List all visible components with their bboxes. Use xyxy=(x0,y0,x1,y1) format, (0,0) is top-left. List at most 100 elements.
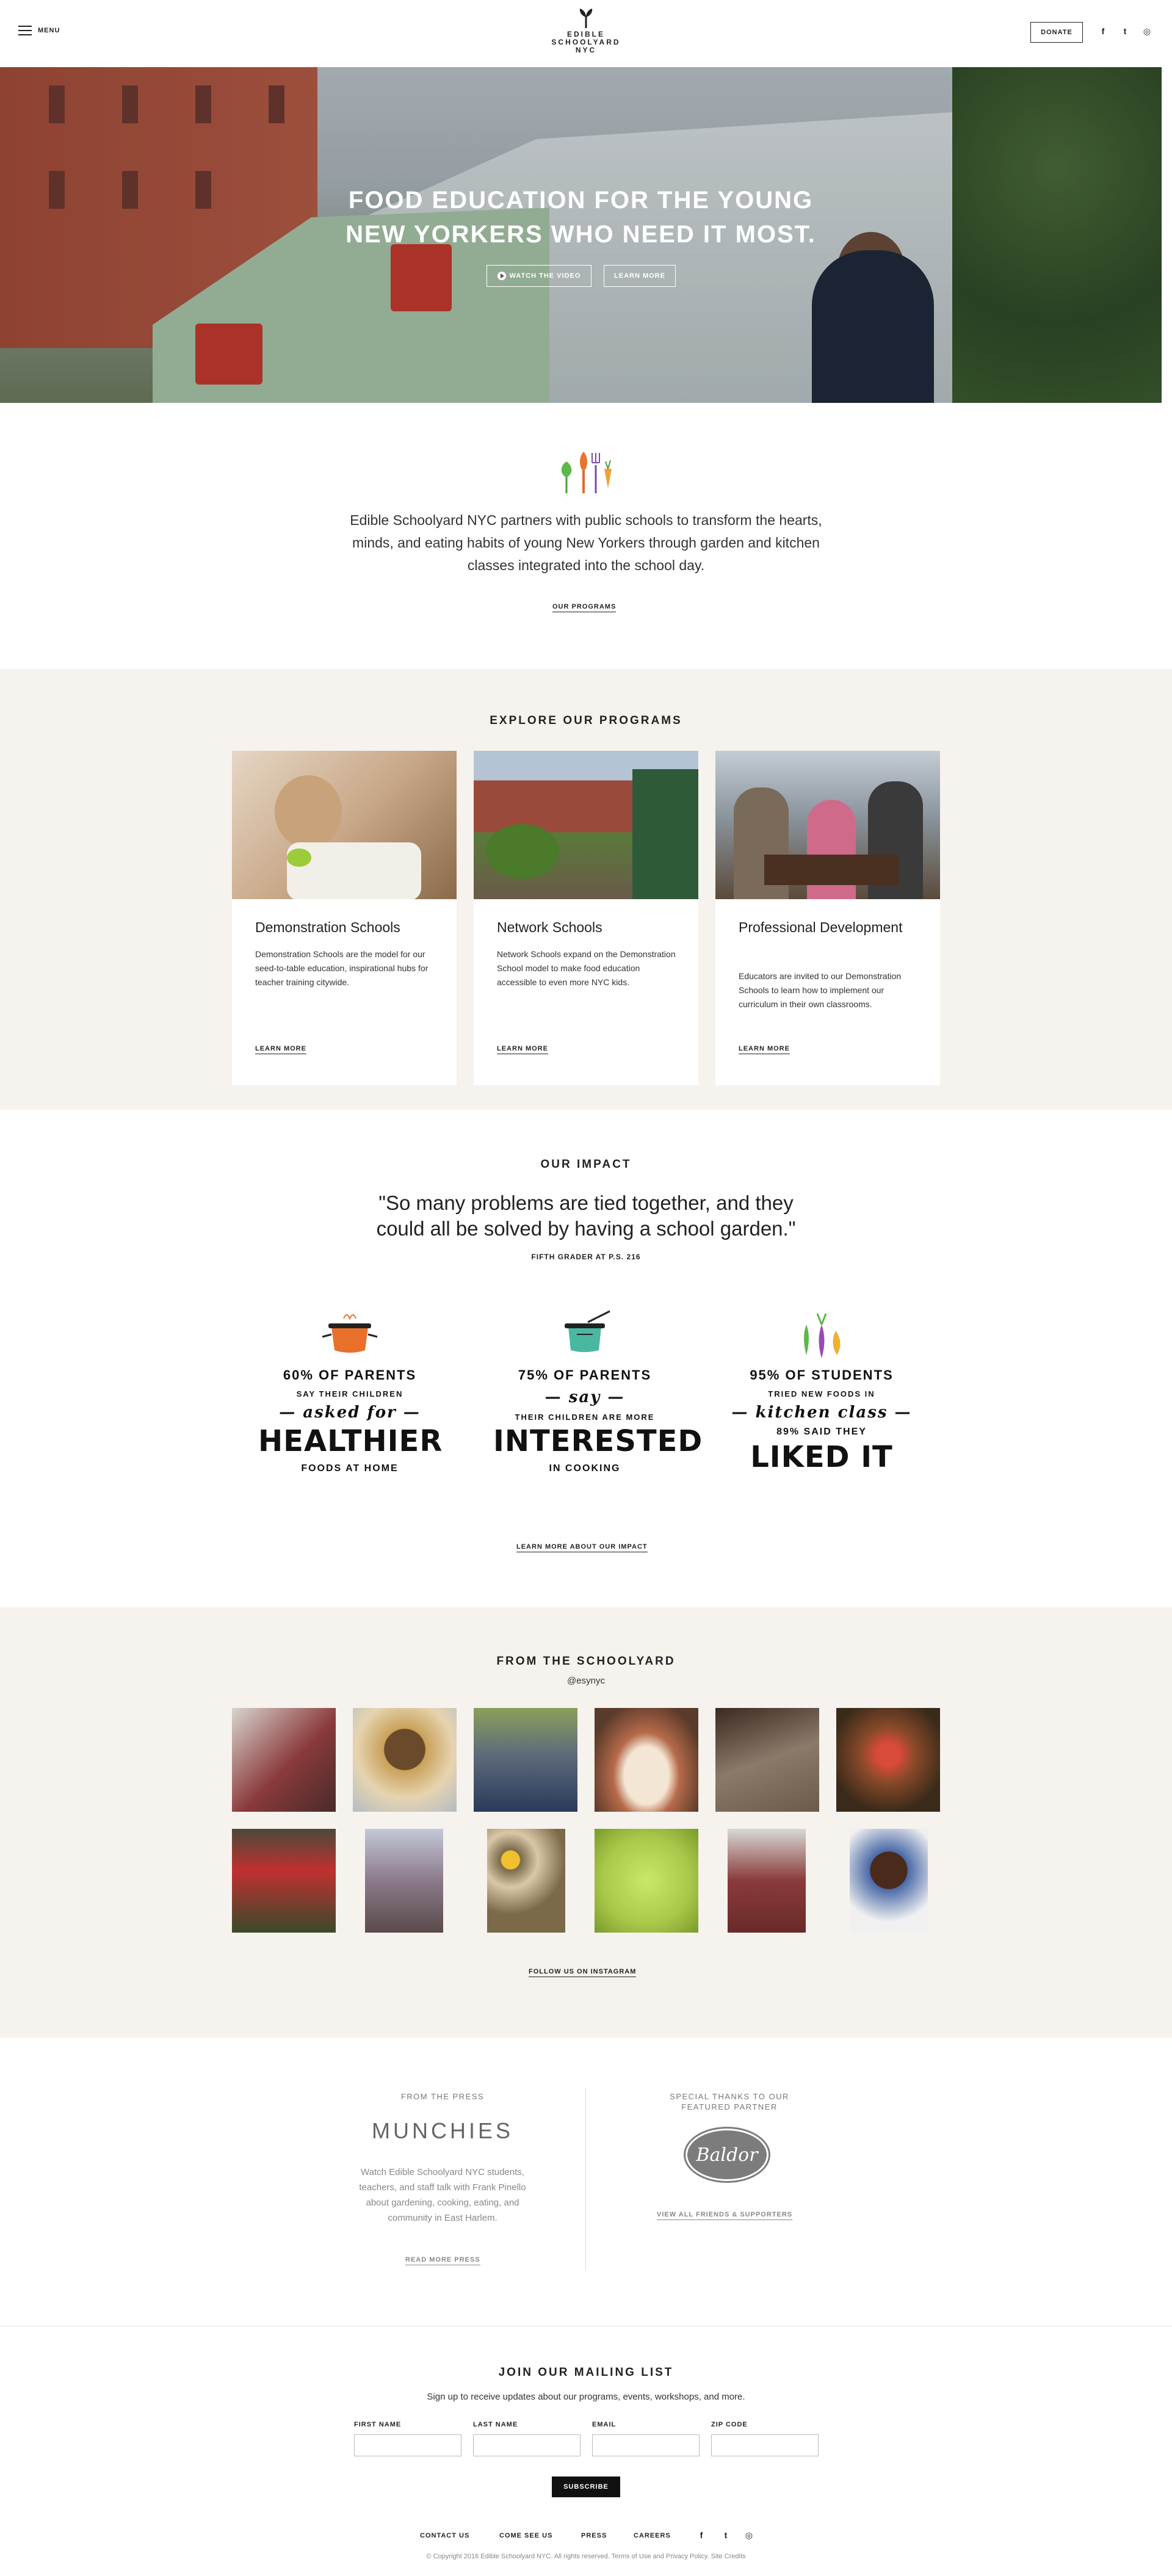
instagram-photo[interactable] xyxy=(232,1708,336,1812)
copyright: © Copyright 2016 Edible Schoolyard NYC. … xyxy=(426,2553,746,2560)
site-header: MENU EDIBLE SCHOOLYARD NYC DONATE f t ◎ xyxy=(0,0,1172,67)
friends-supporters-link[interactable]: VIEW ALL FRIENDS & SUPPORTERS xyxy=(657,2211,793,2220)
press-desc: Watch Edible Schoolyard NYC students, te… xyxy=(359,2167,526,2223)
first-name-label: FIRST NAME xyxy=(354,2421,402,2428)
twitter-icon[interactable]: t xyxy=(1120,26,1130,37)
press-divider xyxy=(585,2088,586,2271)
facebook-icon[interactable]: f xyxy=(696,2530,707,2541)
schoolyard-heading: FROM THE SCHOOLYARD xyxy=(496,1655,676,1668)
read-more-press-link[interactable]: READ MORE PRESS xyxy=(405,2256,480,2265)
stat-script: — asked for — xyxy=(279,1403,421,1422)
impact-link[interactable]: LEARN MORE ABOUT OUR IMPACT xyxy=(516,1543,648,1552)
program-learn-more-link[interactable]: LEARN MORE xyxy=(255,1045,306,1054)
instagram-photo[interactable] xyxy=(728,1829,806,1933)
stat-line-1: 75% OF PARENTS xyxy=(518,1367,652,1383)
last-name-field[interactable] xyxy=(473,2434,581,2456)
play-icon xyxy=(497,272,506,280)
program-card[interactable]: Demonstration Schools Demonstration Scho… xyxy=(232,751,457,1085)
stat-line-2: THEIR CHILDREN ARE MORE xyxy=(515,1413,655,1422)
instagram-handle[interactable]: @esynyc xyxy=(0,1676,1172,1686)
mailing-heading: JOIN OUR MAILING LIST xyxy=(498,2366,674,2379)
program-learn-more-link[interactable]: LEARN MORE xyxy=(497,1045,548,1054)
footer-link-contact[interactable]: CONTACT US xyxy=(420,2532,469,2539)
facebook-icon[interactable]: f xyxy=(1098,26,1109,37)
hero-learn-more-button[interactable]: LEARN MORE xyxy=(604,265,676,287)
stat-line-1: 60% OF PARENTS xyxy=(283,1367,417,1383)
email-field[interactable] xyxy=(592,2434,700,2456)
press-label: FROM THE PRESS xyxy=(400,2092,485,2101)
zip-code-field[interactable] xyxy=(711,2434,819,2456)
stat-script: — say — xyxy=(544,1388,625,1406)
program-photo xyxy=(715,751,940,899)
program-photo xyxy=(474,751,698,899)
program-card[interactable]: Network Schools Network Schools expand o… xyxy=(474,751,698,1085)
watch-video-label: WATCH THE VIDEO xyxy=(509,272,581,280)
stat-line-2: TRIED NEW FOODS IN xyxy=(768,1389,875,1398)
impact-quote: "So many problems are tied together, and… xyxy=(376,1192,796,1240)
site-logo[interactable]: EDIBLE SCHOOLYARD NYC xyxy=(537,7,635,54)
intro-text: Edible Schoolyard NYC partners with publ… xyxy=(350,512,822,573)
stat-line-2: SAY THEIR CHILDREN xyxy=(296,1389,403,1398)
subscribe-button[interactable]: SUBSCRIBE xyxy=(552,2477,620,2497)
zip-code-label: ZIP CODE xyxy=(711,2421,748,2428)
instagram-photo[interactable] xyxy=(715,1708,819,1812)
program-title: Professional Development xyxy=(739,919,903,935)
our-programs-link[interactable]: OUR PROGRAMS xyxy=(552,603,617,612)
instagram-photo[interactable] xyxy=(595,1708,698,1812)
stat-line-3: 89% SAID THEY xyxy=(776,1427,867,1437)
follow-instagram-link[interactable]: FOLLOW US ON INSTAGRAM xyxy=(529,1968,637,1977)
impact-stat: 75% OF PARENTS — say — THEIR CHILDREN AR… xyxy=(493,1306,703,1474)
instagram-photo[interactable] xyxy=(487,1829,565,1933)
last-name-label: LAST NAME xyxy=(473,2421,518,2428)
footer-link-press[interactable]: PRESS xyxy=(581,2532,607,2539)
hamburger-icon xyxy=(18,26,32,35)
sprout-icon xyxy=(579,9,593,28)
baldor-logo[interactable]: Baldor xyxy=(685,2129,769,2181)
menu-button[interactable]: MENU xyxy=(18,26,60,35)
program-desc: Educators are invited to our Demonstrati… xyxy=(739,971,902,1009)
impact-heading: OUR IMPACT xyxy=(540,1158,632,1171)
program-title: Demonstration Schools xyxy=(255,919,400,935)
impact-stat: 60% OF PARENTS SAY THEIR CHILDREN — aske… xyxy=(258,1306,443,1474)
menu-label: MENU xyxy=(38,27,60,34)
instagram-photo[interactable] xyxy=(353,1708,457,1812)
donate-button[interactable]: DONATE xyxy=(1030,22,1083,43)
program-desc: Demonstration Schools are the model for … xyxy=(255,949,429,987)
watch-video-button[interactable]: WATCH THE VIDEO xyxy=(487,265,591,287)
instagram-photo[interactable] xyxy=(850,1829,928,1933)
partner-label: SPECIAL THANKS TO OUR FEATURED PARTNER xyxy=(670,2092,789,2111)
press-outlet[interactable]: MUNCHIES xyxy=(342,2118,543,2144)
stat-line-3: IN COOKING xyxy=(549,1463,621,1474)
instagram-photo[interactable] xyxy=(474,1708,577,1812)
stat-line-3: FOODS AT HOME xyxy=(301,1463,399,1474)
hero-title: FOOD EDUCATION FOR THE YOUNG NEW YORKERS… xyxy=(345,187,816,248)
impact-stat: 95% OF STUDENTS TRIED NEW FOODS IN — kit… xyxy=(730,1306,913,1474)
quote-source: FIFTH GRADER AT P.S. 216 xyxy=(531,1253,641,1261)
program-learn-more-link[interactable]: LEARN MORE xyxy=(739,1045,790,1054)
instagram-photo[interactable] xyxy=(595,1829,698,1933)
instagram-photo[interactable] xyxy=(365,1829,443,1933)
stat-big: HEALTHIER xyxy=(258,1424,443,1458)
logo-text: EDIBLE SCHOOLYARD NYC xyxy=(551,30,621,54)
footer-link-come-see-us[interactable]: COME SEE US xyxy=(499,2532,552,2539)
email-label: EMAIL xyxy=(592,2421,617,2428)
program-title: Network Schools xyxy=(497,919,602,935)
instagram-photo[interactable] xyxy=(836,1708,940,1812)
hero-banner: FOOD EDUCATION FOR THE YOUNG NEW YORKERS… xyxy=(0,67,1162,403)
instagram-photo[interactable] xyxy=(232,1829,336,1933)
twitter-icon[interactable]: t xyxy=(720,2530,731,2541)
stat-line-1: 95% OF STUDENTS xyxy=(750,1367,894,1383)
vegetables-icon xyxy=(804,1313,841,1358)
pot-icon xyxy=(565,1310,610,1352)
programs-heading: EXPLORE OUR PROGRAMS xyxy=(490,714,682,727)
footer-link-careers[interactable]: CAREERS xyxy=(634,2532,671,2539)
instagram-icon[interactable]: ◎ xyxy=(1141,26,1152,37)
stat-big: LIKED IT xyxy=(750,1440,893,1474)
program-card[interactable]: Professional Development Educators are i… xyxy=(715,751,940,1085)
stat-big: INTERESTED xyxy=(493,1424,703,1458)
first-name-field[interactable] xyxy=(354,2434,461,2456)
pot-icon xyxy=(322,1314,378,1353)
stat-script: — kitchen class — xyxy=(731,1403,912,1422)
instagram-icon[interactable]: ◎ xyxy=(743,2530,754,2541)
program-desc: Network Schools expand on the Demonstrat… xyxy=(497,949,676,987)
